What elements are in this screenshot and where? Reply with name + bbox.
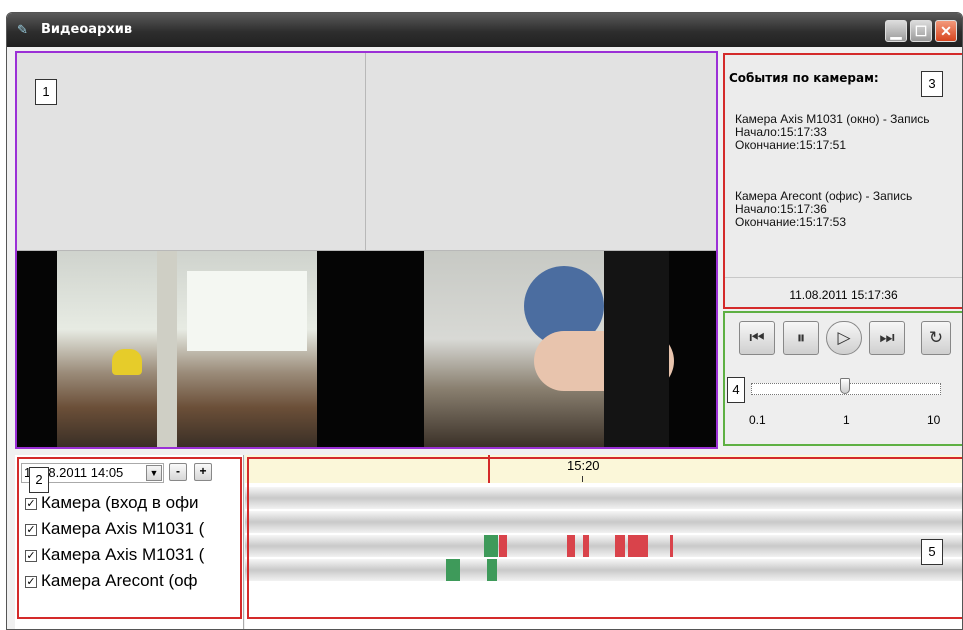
skip-back-button[interactable]: ⏮ [739, 321, 775, 355]
close-button[interactable]: ✕ [935, 20, 957, 42]
office-window [187, 271, 307, 351]
annotation-label-3: 3 [921, 71, 943, 97]
video-cell-empty-2[interactable] [366, 53, 716, 251]
camera-item[interactable]: ✓ Камера Arecont (оф [25, 571, 198, 591]
event-item[interactable]: Камера Axis M1031 (окно) - Запись Начало… [735, 113, 930, 152]
office-pillar [157, 251, 177, 447]
video-cell-office[interactable] [17, 251, 366, 447]
play-icon: ▷ [837, 328, 851, 348]
window-title: Видеоархив [41, 22, 133, 37]
dark-area [604, 251, 669, 447]
annotation-label-5: 5 [921, 539, 943, 565]
camera-label: Камера (вход в офи [41, 493, 199, 512]
camera-item[interactable]: ✓ Камера Axis M1031 ( [25, 545, 204, 565]
speed-slider[interactable] [751, 378, 941, 395]
play-button[interactable]: ▷ [826, 321, 862, 355]
video-grid: 1 [15, 51, 718, 449]
skip-forward-icon: ⏭ [879, 328, 895, 348]
zoom-out-button[interactable]: - [169, 463, 187, 481]
camera-list-panel: 11.08.2011 14:05 ▼ - + 2 ✓ Камера (вход в… [15, 455, 244, 629]
skip-back-icon: ⏮ [749, 328, 765, 348]
checkbox[interactable]: ✓ [25, 524, 37, 536]
annotation-label-2: 2 [29, 467, 49, 493]
camera-feed-desk [424, 251, 674, 447]
annotation-label-1: 1 [35, 79, 57, 105]
skip-forward-button[interactable]: ⏭ [869, 321, 905, 355]
speed-label-max: 10 [927, 413, 941, 427]
refresh-button[interactable]: ↻ [921, 321, 951, 355]
speed-label-min: 0.1 [749, 413, 766, 427]
timeline-border [247, 457, 962, 619]
camera-icon: ✎ [17, 22, 28, 37]
camera-item[interactable]: ✓ Камера Axis M1031 ( [25, 519, 204, 539]
chevron-down-icon[interactable]: ▼ [146, 465, 162, 481]
zoom-in-button[interactable]: + [194, 463, 212, 481]
pause-button[interactable]: ⏸ [783, 321, 819, 355]
camera-item[interactable]: ✓ Камера (вход в офи [25, 493, 199, 513]
events-header: События по камерам: [729, 71, 879, 85]
video-archive-window: ✎ Видеоархив ▁ ☐ ✕ 1 События по камерам: [6, 12, 963, 630]
event-end: Окончание:15:17:51 [735, 138, 846, 152]
checkbox[interactable]: ✓ [25, 576, 37, 588]
player-controls: ⏮ ⏸ ▷ ⏭ ↻ 4 0.1 1 10 [723, 311, 962, 446]
title-bar[interactable]: ✎ Видеоархив ▁ ☐ ✕ [7, 13, 962, 47]
checkbox[interactable]: ✓ [25, 550, 37, 562]
video-cell-desk[interactable] [366, 251, 716, 447]
annotation-label-4: 4 [727, 377, 745, 403]
minimize-icon: ▁ [890, 23, 902, 39]
camera-list-border: 11.08.2011 14:05 ▼ - + 2 ✓ Камера (вход в… [17, 457, 242, 619]
camera-label: Камера Axis M1031 ( [41, 545, 205, 564]
camera-label: Камера Axis M1031 ( [41, 519, 205, 538]
timeline-panel[interactable]: 15:20 5 [245, 455, 962, 629]
events-panel: События по камерам: 3 Камера Axis M1031 … [723, 53, 962, 309]
camera-feed-office [57, 251, 317, 447]
event-end: Окончание:15:17:53 [735, 215, 846, 229]
refresh-icon: ↻ [928, 328, 944, 348]
pause-icon: ⏸ [796, 328, 806, 348]
current-timestamp: 11.08.2011 15:17:36 [725, 277, 962, 307]
video-cell-empty-1[interactable] [17, 53, 366, 251]
minimize-button[interactable]: ▁ [885, 20, 907, 42]
close-icon: ✕ [940, 23, 952, 39]
speed-label-mid: 1 [843, 413, 850, 427]
person-figure [112, 349, 142, 375]
maximize-icon: ☐ [914, 23, 928, 39]
event-item[interactable]: Камера Arecont (офис) - Запись Начало:15… [735, 190, 912, 229]
checkbox[interactable]: ✓ [25, 498, 37, 510]
maximize-button[interactable]: ☐ [910, 20, 932, 42]
camera-label: Камера Arecont (оф [41, 571, 198, 590]
speed-slider-thumb[interactable] [840, 378, 850, 394]
